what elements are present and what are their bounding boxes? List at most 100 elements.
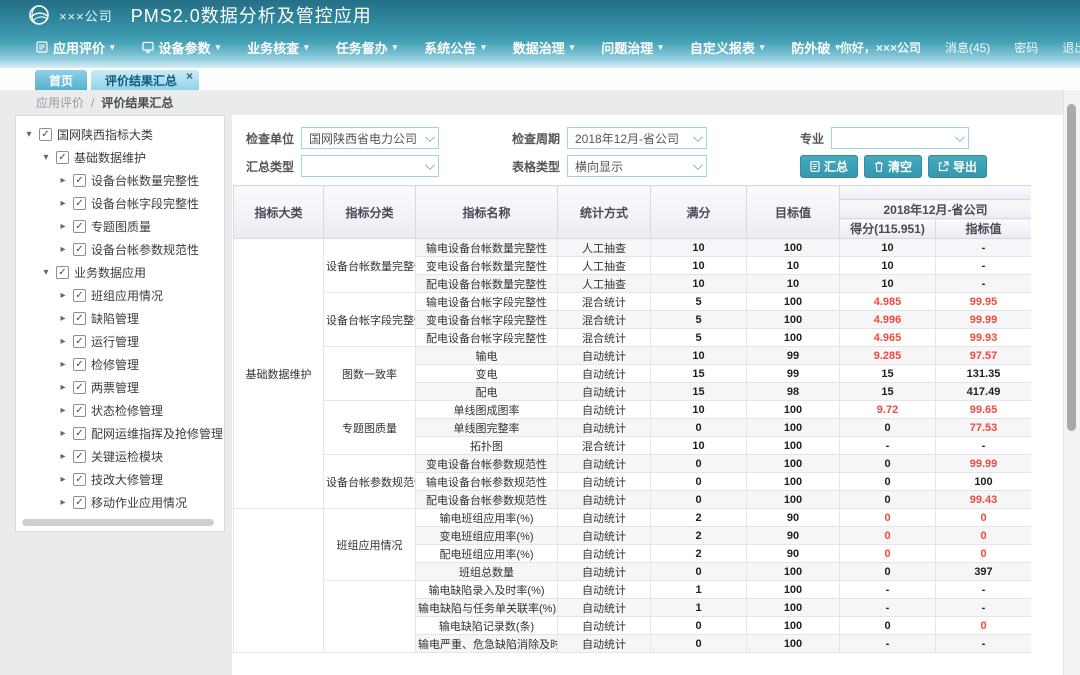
checkbox-checked-icon[interactable]: ✓ <box>73 427 86 440</box>
checkbox-checked-icon[interactable]: ✓ <box>56 151 69 164</box>
checkbox-checked-icon[interactable]: ✓ <box>73 312 86 325</box>
checkbox-checked-icon[interactable]: ✓ <box>73 473 86 486</box>
tree-item[interactable]: ▾✓业务数据应用 <box>16 261 224 284</box>
tab-home[interactable]: 首页 <box>35 70 87 90</box>
checkbox-checked-icon[interactable]: ✓ <box>73 335 86 348</box>
category-cell: 基础数据维护 <box>234 239 324 509</box>
tree-item[interactable]: ▾✓国网陕西指标大类 <box>16 123 224 146</box>
chevron-right-icon[interactable]: ▸ <box>58 198 68 209</box>
nav-item[interactable]: 数据治理▾ <box>513 38 575 57</box>
full-score-cell: 0 <box>651 455 747 473</box>
vertical-scrollbar-track[interactable] <box>1063 90 1080 675</box>
checkbox-checked-icon[interactable]: ✓ <box>39 128 52 141</box>
breadcrumb-parent[interactable]: 应用评价 <box>36 94 84 111</box>
globe-logo-icon <box>28 4 50 26</box>
full-score-cell: 0 <box>651 419 747 437</box>
chevron-right-icon[interactable]: ▸ <box>58 359 68 370</box>
chevron-right-icon[interactable]: ▸ <box>58 474 68 485</box>
chevron-right-icon[interactable]: ▸ <box>58 221 68 232</box>
statistic-method-cell: 人工抽查 <box>558 257 651 275</box>
score-cell: 0 <box>840 455 936 473</box>
tree-item[interactable]: ▸✓检修管理 <box>16 353 224 376</box>
header-indicator-name: 指标名称 <box>416 186 558 239</box>
tree-item[interactable]: ▸ ✓ 两票管理 <box>16 376 224 399</box>
tree-item[interactable]: ▸✓设备台帐字段完整性 <box>16 192 224 215</box>
checkbox-checked-icon[interactable]: ✓ <box>73 174 86 187</box>
chevron-right-icon[interactable]: ▸ <box>58 244 68 255</box>
export-button[interactable]: 导出 <box>928 155 987 178</box>
checkbox-checked-icon[interactable]: ✓ <box>73 197 86 210</box>
score-cell: - <box>840 635 936 653</box>
nav-item[interactable]: 问题治理▾ <box>601 38 663 57</box>
nav-item[interactable]: 任务督办▾ <box>336 38 398 57</box>
chevron-down-icon[interactable]: ▾ <box>24 129 34 140</box>
chevron-right-icon[interactable]: ▸ <box>58 290 68 301</box>
chevron-right-icon[interactable]: ▸ <box>58 175 68 186</box>
nav-item[interactable]: 系统公告▾ <box>424 38 486 57</box>
nav-item[interactable]: 应用评价▾ <box>36 38 115 57</box>
nav-item[interactable]: 防外破▾ <box>791 38 840 57</box>
checkbox-checked-icon[interactable]: ✓ <box>73 243 86 256</box>
check-unit-select[interactable]: 国网陕西省电力公司 <box>301 127 439 149</box>
messages-link[interactable]: 消息(45) <box>945 39 990 56</box>
tab-bar: 首页 评价结果汇总 × <box>0 68 1080 90</box>
score-cell: 4.985 <box>840 293 936 311</box>
chevron-right-icon[interactable]: ▸ <box>58 428 68 439</box>
tree-item[interactable]: ▸ ✓ 运行管理 <box>16 330 224 353</box>
target-value-cell: 100 <box>747 473 840 491</box>
chevron-down-icon[interactable]: ▾ <box>41 267 51 278</box>
checkbox-checked-icon[interactable]: ✓ <box>56 266 69 279</box>
summarize-button[interactable]: 汇总 <box>800 155 858 178</box>
tree-item-label: 两票管理 <box>91 379 139 396</box>
nav-item[interactable]: 设备参数▾ <box>142 38 221 57</box>
clear-button[interactable]: 清空 <box>864 155 922 178</box>
nav-item[interactable]: 业务核查▾ <box>247 38 309 57</box>
chevron-right-icon[interactable]: ▸ <box>58 313 68 324</box>
chevron-right-icon[interactable]: ▸ <box>58 336 68 347</box>
tree-item[interactable]: ▸✓移动作业应用情况 <box>16 491 224 514</box>
results-table: 指标大类 指标分类 指标名称 统计方式 满分 目标值 2018年12月-省公司 … <box>233 185 1031 653</box>
chevron-right-icon[interactable]: ▸ <box>58 405 68 416</box>
check-period-select[interactable]: 2018年12月-省公司 <box>567 127 707 149</box>
table-type-select[interactable]: 横向显示 <box>567 155 707 177</box>
breadcrumb-separator: / <box>91 96 94 110</box>
statistic-method-cell: 混合统计 <box>558 437 651 455</box>
checkbox-checked-icon[interactable]: ✓ <box>73 450 86 463</box>
statistic-method-cell: 自动统计 <box>558 581 651 599</box>
tree-item[interactable]: ▸✓缺陷管理 <box>16 307 224 330</box>
summary-type-select[interactable] <box>301 155 439 177</box>
password-link[interactable]: 密码 <box>1014 39 1038 56</box>
tree-item[interactable]: ▸✓设备台帐数量完整性 <box>16 169 224 192</box>
tree-item[interactable]: ▸✓专题图质量 <box>16 215 224 238</box>
nav-item-label: 问题治理 <box>601 38 653 57</box>
chevron-right-icon[interactable]: ▸ <box>58 451 68 462</box>
checkbox-checked-icon[interactable]: ✓ <box>73 404 86 417</box>
chevron-right-icon[interactable]: ▸ <box>58 382 68 393</box>
tree-item[interactable]: ▸✓配网运维指挥及抢修管理 <box>16 422 224 445</box>
checkbox-checked-icon[interactable]: ✓ <box>73 358 86 371</box>
chevron-right-icon[interactable]: ▸ <box>58 497 68 508</box>
tree-item[interactable]: ▸✓班组应用情况 <box>16 284 224 307</box>
indicator-value-cell: - <box>936 635 1032 653</box>
tab-evaluation-summary[interactable]: 评价结果汇总 × <box>91 70 199 90</box>
tree-item[interactable]: ▸✓设备台帐参数规范性 <box>16 238 224 261</box>
tree-item[interactable]: ▸✓技改大修管理 <box>16 468 224 491</box>
checkbox-checked-icon[interactable]: ✓ <box>73 381 86 394</box>
tree-item[interactable]: ▸✓关键运检模块 <box>16 445 224 468</box>
indicator-value-cell: 77.53 <box>936 419 1032 437</box>
vertical-scrollbar-thumb[interactable] <box>1067 104 1076 431</box>
close-icon[interactable]: × <box>186 70 193 82</box>
tree-item[interactable]: ▾✓基础数据维护 <box>16 146 224 169</box>
score-cell: 0 <box>840 491 936 509</box>
nav-item[interactable]: 自定义报表▾ <box>690 38 765 57</box>
checkbox-checked-icon[interactable]: ✓ <box>73 220 86 233</box>
checkbox-checked-icon[interactable]: ✓ <box>73 289 86 302</box>
specialty-select[interactable] <box>831 127 969 149</box>
logout-link[interactable]: 退出 <box>1062 39 1080 56</box>
tree-item[interactable]: ▸✓状态检修管理 <box>16 399 224 422</box>
checkbox-checked-icon[interactable]: ✓ <box>73 496 86 509</box>
chevron-down-icon[interactable]: ▾ <box>41 152 51 163</box>
score-cell: 0 <box>840 563 936 581</box>
sidebar-horizontal-scrollbar[interactable] <box>22 519 214 526</box>
tree-item-label: 运行管理 <box>91 333 139 350</box>
